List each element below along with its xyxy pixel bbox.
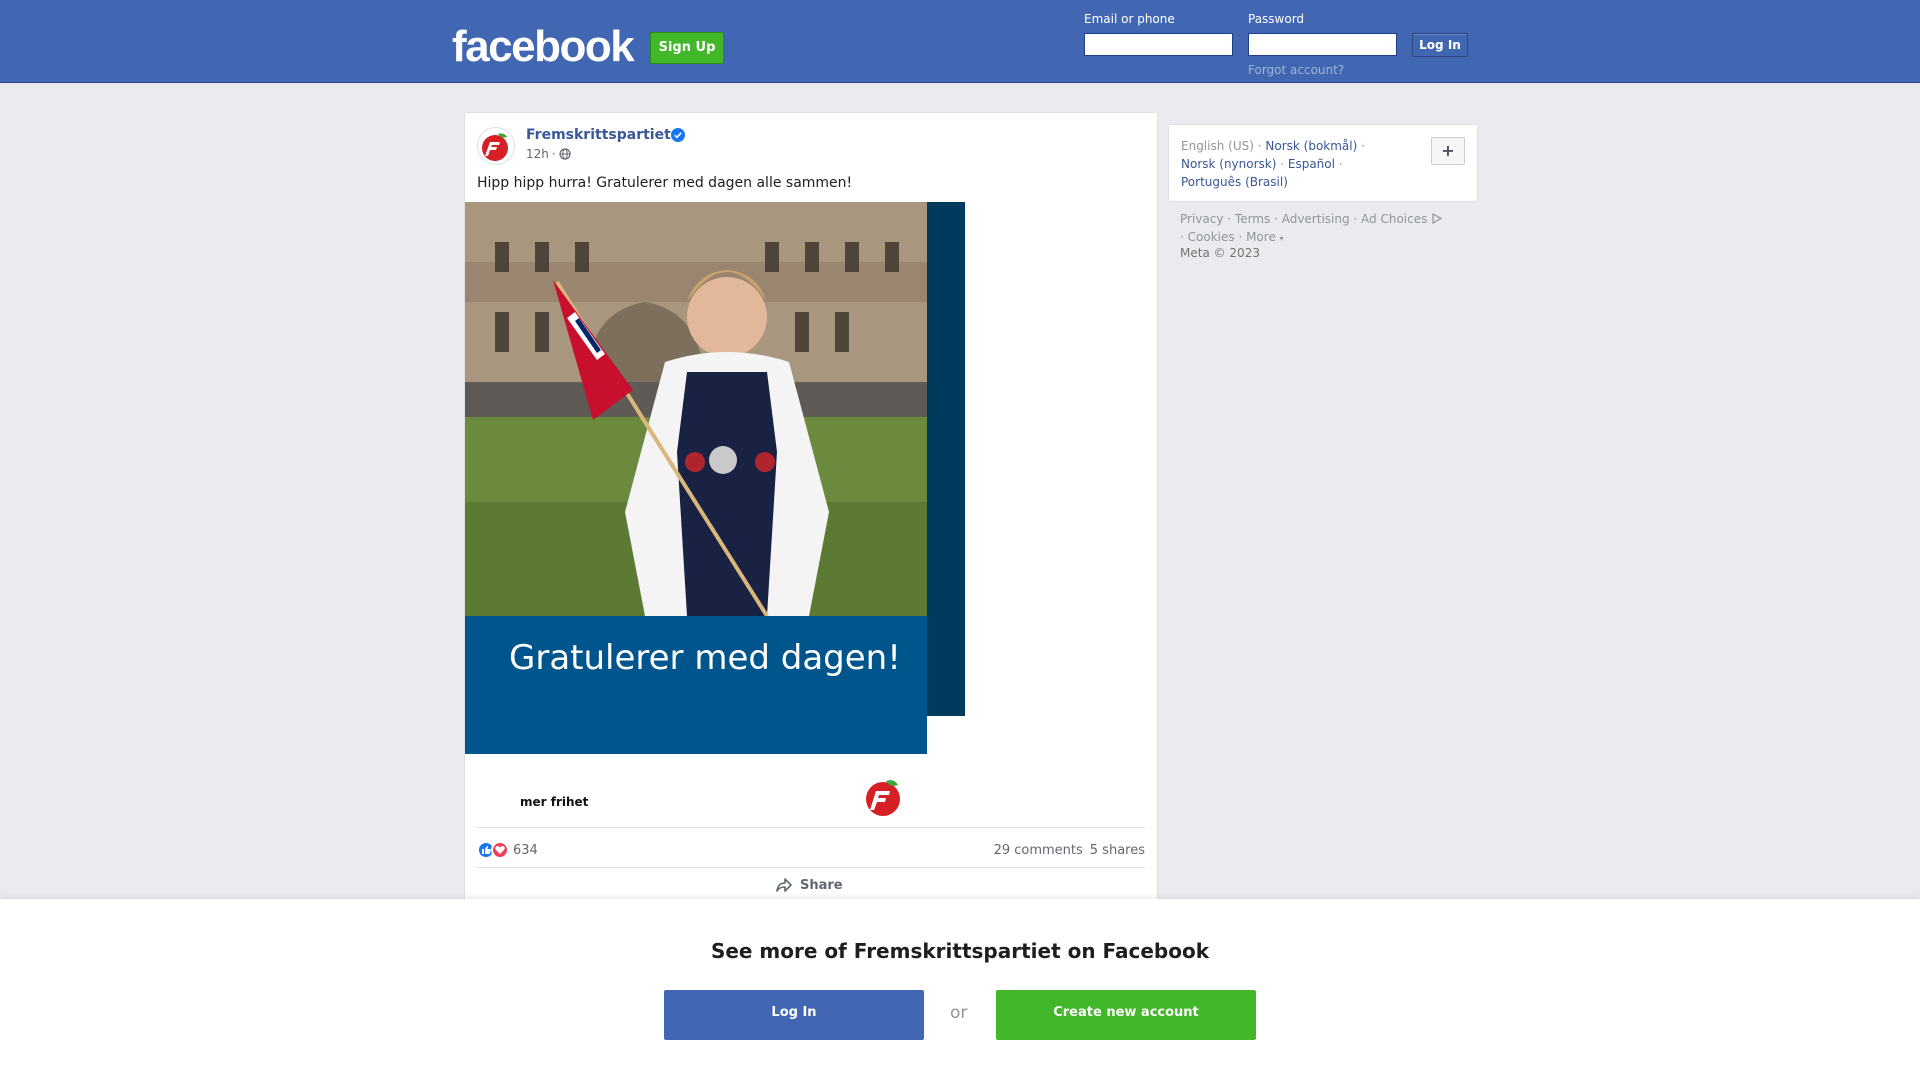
post-text: Hipp hipp hurra! Gratulerer med dagen al…	[477, 175, 853, 191]
password-label: Password	[1248, 12, 1305, 26]
divider	[477, 867, 1145, 868]
language-selector: English (US) · Norsk (bokmål) · Norsk (n…	[1168, 124, 1478, 202]
facebook-logo[interactable]: facebook	[452, 22, 635, 72]
language-link[interactable]: Norsk (bokmål)	[1265, 139, 1357, 153]
overlay-title: See more of Fremskrittspartiet on Facebo…	[710, 939, 1210, 963]
share-label: Share	[800, 877, 843, 893]
divider	[477, 827, 1145, 828]
login-prompt-overlay: See more of Fremskrittspartiet on Facebo…	[0, 899, 1920, 1080]
apple-logo-icon	[482, 133, 508, 161]
ad-choices-link[interactable]: Ad Choices	[1361, 212, 1427, 226]
forgot-account-link[interactable]: Forgot account?	[1248, 63, 1344, 77]
language-link[interactable]: Norsk (nynorsk)	[1181, 157, 1276, 171]
create-account-button[interactable]: Create new account	[996, 990, 1256, 1040]
log-in-button[interactable]: Log In	[1412, 33, 1468, 57]
globe-icon	[559, 148, 571, 160]
share-button[interactable]: Share	[775, 877, 843, 893]
terms-link[interactable]: Terms	[1235, 212, 1270, 226]
language-list: English (US) · Norsk (bokmål) · Norsk (n…	[1181, 139, 1365, 189]
post-photo	[465, 202, 965, 827]
password-field[interactable]	[1248, 33, 1397, 56]
email-label: Email or phone	[1084, 12, 1175, 26]
footer-links: Privacy · Terms · Advertising · Ad Choic…	[1180, 210, 1480, 248]
privacy-link[interactable]: Privacy	[1180, 212, 1223, 226]
advertising-link[interactable]: Advertising	[1282, 212, 1350, 226]
post-timestamp[interactable]: 12h	[526, 147, 549, 161]
cookies-link[interactable]: Cookies	[1188, 230, 1235, 244]
post-card: Fremskrittspartiet 12h · Hipp hipp hurra…	[464, 112, 1158, 912]
image-headline: Gratulerer med dagen!	[509, 638, 901, 678]
post-image[interactable]: Gratulerer med dagen! mer frihet	[465, 202, 965, 827]
ad-choices-icon	[1432, 212, 1443, 225]
or-separator: or	[950, 1003, 968, 1023]
comments-count[interactable]: 29 comments	[994, 843, 1083, 858]
language-current: English (US)	[1181, 139, 1254, 153]
language-link[interactable]: Português (Brasil)	[1181, 175, 1288, 189]
share-arrow-icon	[776, 878, 792, 892]
more-link[interactable]: More	[1246, 230, 1276, 244]
reaction-count[interactable]: 634	[513, 843, 538, 858]
overlay-log-in-button[interactable]: Log In	[664, 990, 924, 1040]
copyright-text: Meta © 2023	[1180, 246, 1260, 260]
reactions-bar: 634 29 comments 5 shares	[477, 837, 1145, 863]
love-icon[interactable]	[491, 841, 509, 859]
image-slogan: mer frihet	[520, 795, 589, 809]
page-name-link[interactable]: Fremskrittspartiet	[526, 127, 671, 143]
sign-up-button[interactable]: Sign Up	[650, 32, 724, 64]
more-languages-button[interactable]: +	[1431, 137, 1465, 165]
more-caret-icon: ▾	[1279, 234, 1284, 243]
separator-dot: ·	[551, 147, 556, 161]
page-avatar[interactable]	[477, 127, 515, 165]
top-navigation-bar: facebook Sign Up Email or phone Password…	[0, 0, 1920, 83]
verified-badge-icon	[671, 128, 685, 142]
shares-count[interactable]: 5 shares	[1090, 843, 1145, 858]
email-field[interactable]	[1084, 33, 1233, 56]
language-link[interactable]: Español	[1288, 157, 1335, 171]
post-meta: 12h ·	[526, 147, 571, 161]
